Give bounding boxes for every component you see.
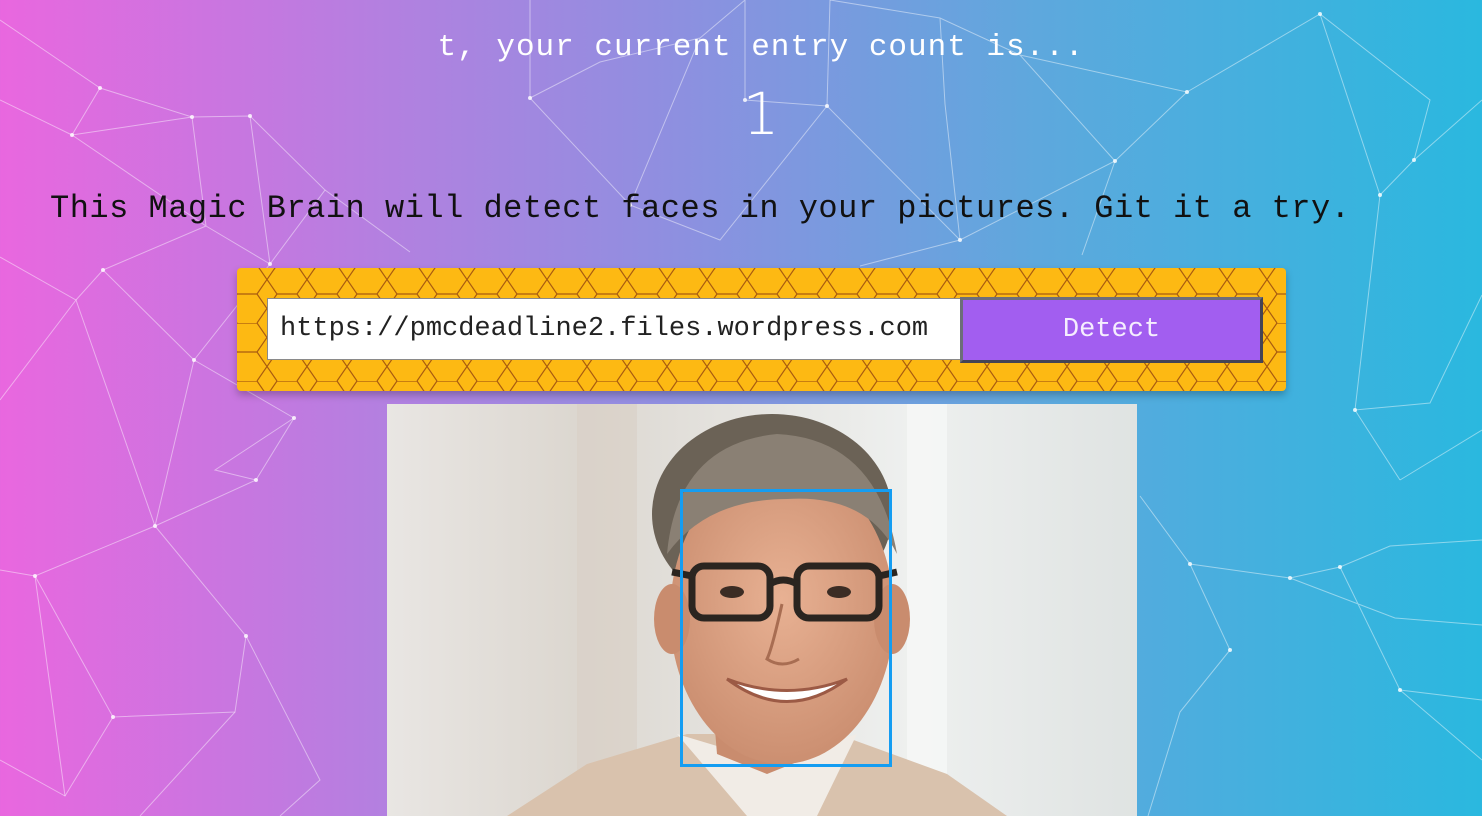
image-url-form: Detect xyxy=(237,268,1286,391)
entry-count-message: t, your current entry count is... xyxy=(437,30,1085,65)
entry-count-value: 1 xyxy=(742,80,780,148)
intro-description: This Magic Brain will detect faces in yo… xyxy=(50,190,1351,227)
face-bounding-box xyxy=(680,489,892,767)
uploaded-photo xyxy=(387,404,1137,816)
image-url-input[interactable] xyxy=(267,298,961,360)
detect-button[interactable]: Detect xyxy=(960,297,1263,363)
